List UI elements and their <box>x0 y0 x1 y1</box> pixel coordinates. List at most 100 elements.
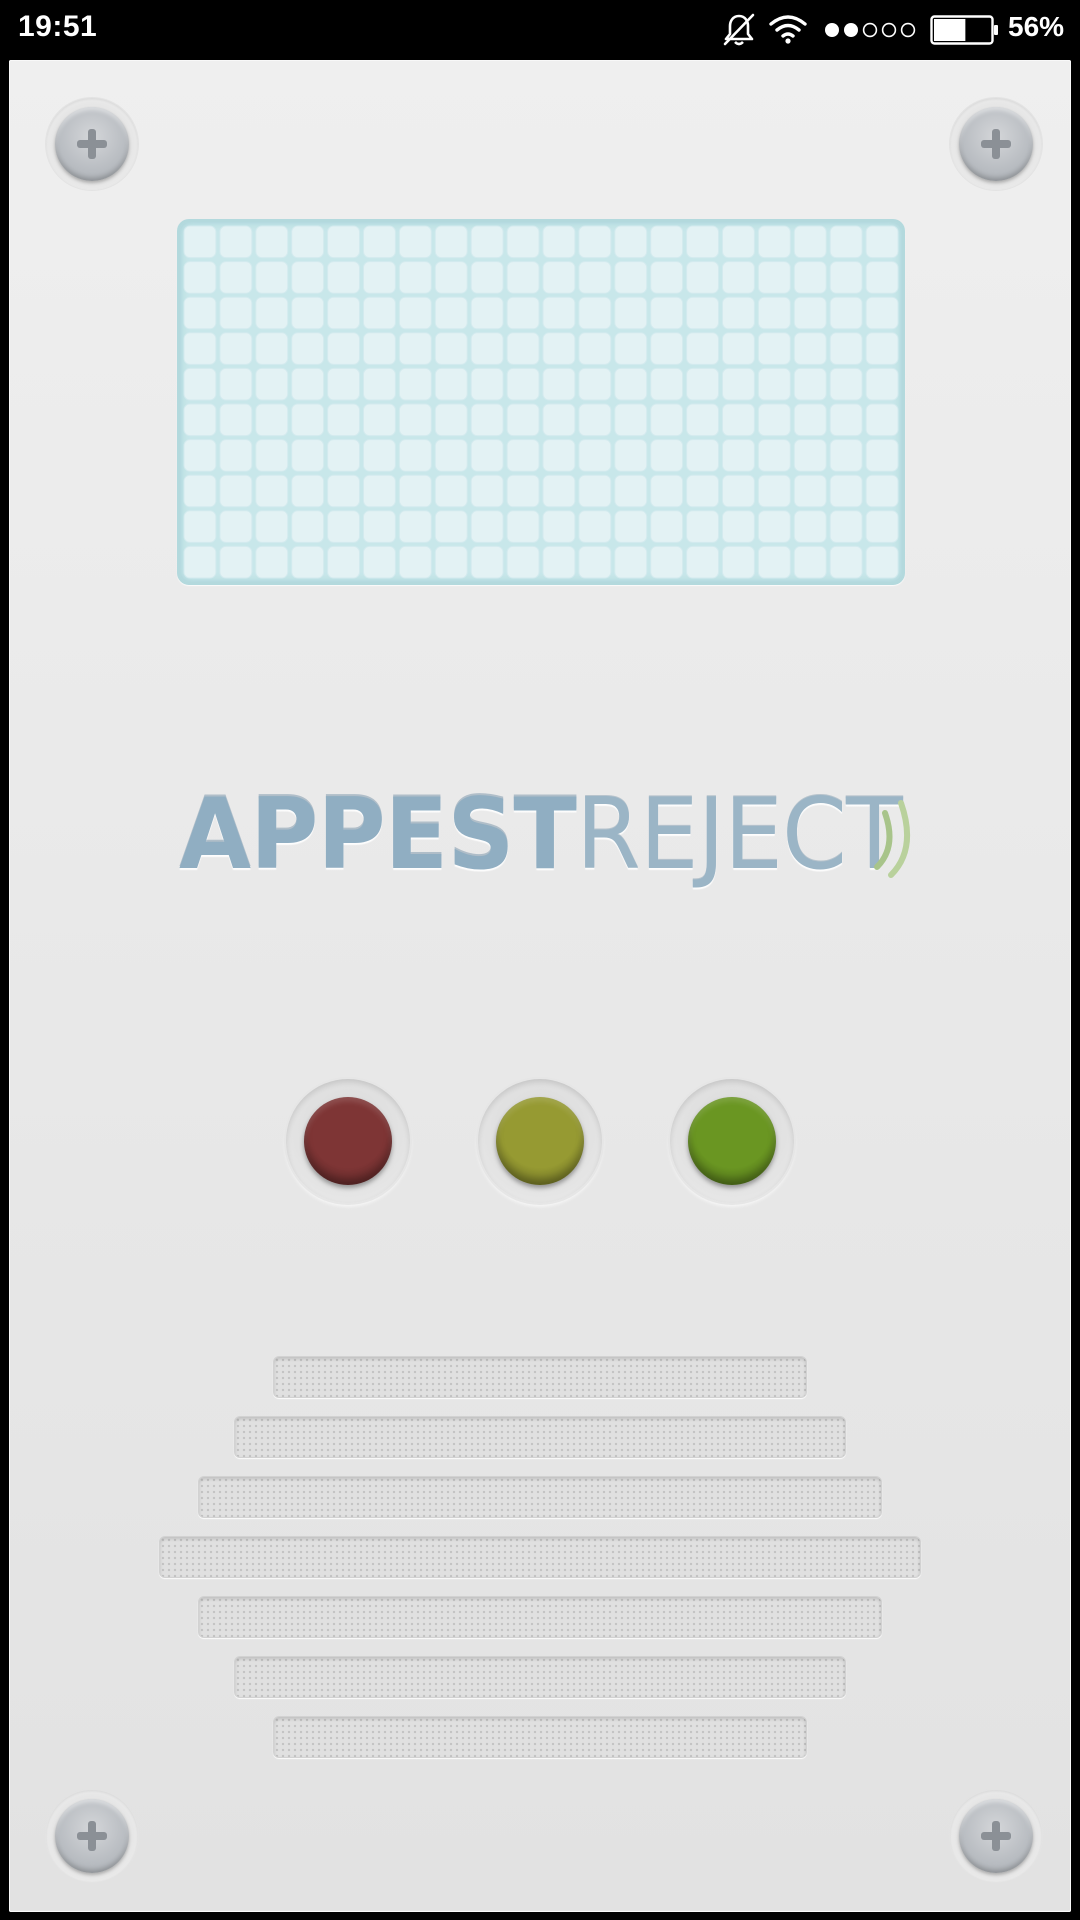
lcd-pixel <box>614 510 648 543</box>
lcd-pixel <box>650 296 684 330</box>
lcd-pixel <box>363 510 396 543</box>
lcd-pixel <box>686 332 720 365</box>
lcd-pixel <box>722 225 755 259</box>
lcd-pixel <box>219 225 253 259</box>
red-lens <box>304 1097 392 1185</box>
lcd-pixel <box>650 545 684 579</box>
lcd-pixel <box>686 296 720 330</box>
lcd-pixel <box>793 545 827 579</box>
lcd-pixel <box>650 439 684 472</box>
lcd-pixel <box>793 332 827 365</box>
lcd-pixel <box>434 510 468 543</box>
lcd-pixel <box>363 474 396 508</box>
lcd-pixel <box>650 510 684 543</box>
speaker-slot <box>273 1716 807 1758</box>
lcd-pixel <box>829 510 863 543</box>
lcd-pixel <box>398 474 432 508</box>
speaker-slot <box>198 1476 882 1518</box>
lcd-pixel <box>470 225 504 259</box>
lcd-pixel <box>650 367 684 401</box>
lcd-pixel <box>578 403 612 437</box>
lcd-pixel <box>722 296 755 330</box>
lcd-pixel <box>183 261 217 294</box>
status-time: 19:51 <box>18 10 98 43</box>
lcd-pixel <box>470 510 504 543</box>
lcd-pixel <box>363 367 396 401</box>
lcd-pixel <box>614 545 648 579</box>
lcd-pixel <box>398 332 432 365</box>
lcd-pixel <box>793 403 827 437</box>
lcd-pixel <box>219 474 253 508</box>
lcd-pixel <box>542 510 576 543</box>
lcd-pixel <box>686 261 720 294</box>
lcd-pixel <box>650 225 684 259</box>
lcd-pixel <box>219 403 253 437</box>
red-light[interactable] <box>286 1079 410 1203</box>
lcd-pixel <box>865 261 899 294</box>
lcd-pixel <box>578 439 612 472</box>
lcd-pixel <box>793 510 827 543</box>
lcd-pixel <box>327 545 361 579</box>
lcd-pixel <box>291 332 325 365</box>
lcd-pixel <box>614 261 648 294</box>
lcd-pixel <box>578 332 612 365</box>
lcd-pixel <box>829 403 863 437</box>
lcd-pixel <box>291 367 325 401</box>
lcd-pixel <box>434 332 468 365</box>
lcd-pixel <box>542 439 576 472</box>
lcd-pixel <box>757 510 791 543</box>
lcd-pixel <box>291 510 325 543</box>
speaker-slot <box>159 1536 921 1578</box>
lcd-pixel <box>686 545 720 579</box>
lcd-pixel <box>398 296 432 330</box>
screw-plus-icon <box>981 1821 1011 1851</box>
lcd-pixel <box>398 510 432 543</box>
lcd-pixel <box>183 332 217 365</box>
signal-waves-icon <box>874 800 911 878</box>
bell-off-icon <box>723 13 755 46</box>
lcd-pixel <box>255 439 289 472</box>
lcd-pixel <box>542 296 576 330</box>
lcd-pixel <box>614 225 648 259</box>
lcd-pixel <box>327 367 361 401</box>
lcd-pixel <box>434 225 468 259</box>
lcd-pixel <box>614 332 648 365</box>
lcd-pixel <box>434 545 468 579</box>
lcd-pixel <box>829 225 863 259</box>
lcd-pixel <box>470 296 504 330</box>
screw-top-left <box>46 98 138 190</box>
lcd-pixel <box>327 225 361 259</box>
lcd-pixel <box>757 403 791 437</box>
green-light[interactable] <box>670 1079 794 1203</box>
speaker-slot <box>234 1416 846 1458</box>
lcd-pixel <box>470 403 504 437</box>
lcd-pixel <box>183 439 217 472</box>
yellow-light[interactable] <box>478 1079 602 1203</box>
lcd-pixel <box>327 332 361 365</box>
lcd-pixel <box>793 261 827 294</box>
lcd-pixel <box>865 439 899 472</box>
lcd-pixel <box>470 261 504 294</box>
lcd-pixel <box>578 296 612 330</box>
lcd-pixel <box>506 474 540 508</box>
lcd-pixel <box>542 261 576 294</box>
lcd-pixel <box>434 296 468 330</box>
lcd-pixel <box>829 261 863 294</box>
lcd-pixel <box>255 403 289 437</box>
lcd-pixel <box>255 510 289 543</box>
lcd-pixel <box>578 474 612 508</box>
lcd-pixel <box>686 225 720 259</box>
lcd-pixel <box>506 296 540 330</box>
lcd-pixel <box>434 439 468 472</box>
lcd-pixel <box>255 545 289 579</box>
lcd-pixel <box>255 261 289 294</box>
lcd-pixel <box>398 261 432 294</box>
screw-bottom-right <box>950 1790 1042 1882</box>
lcd-pixel <box>829 332 863 365</box>
lcd-pixel <box>327 439 361 472</box>
lcd-pixel <box>757 261 791 294</box>
lcd-pixel <box>542 225 576 259</box>
battery-percent: 56% <box>1008 11 1065 42</box>
lcd-pixel <box>650 332 684 365</box>
lcd-pixel <box>650 403 684 437</box>
